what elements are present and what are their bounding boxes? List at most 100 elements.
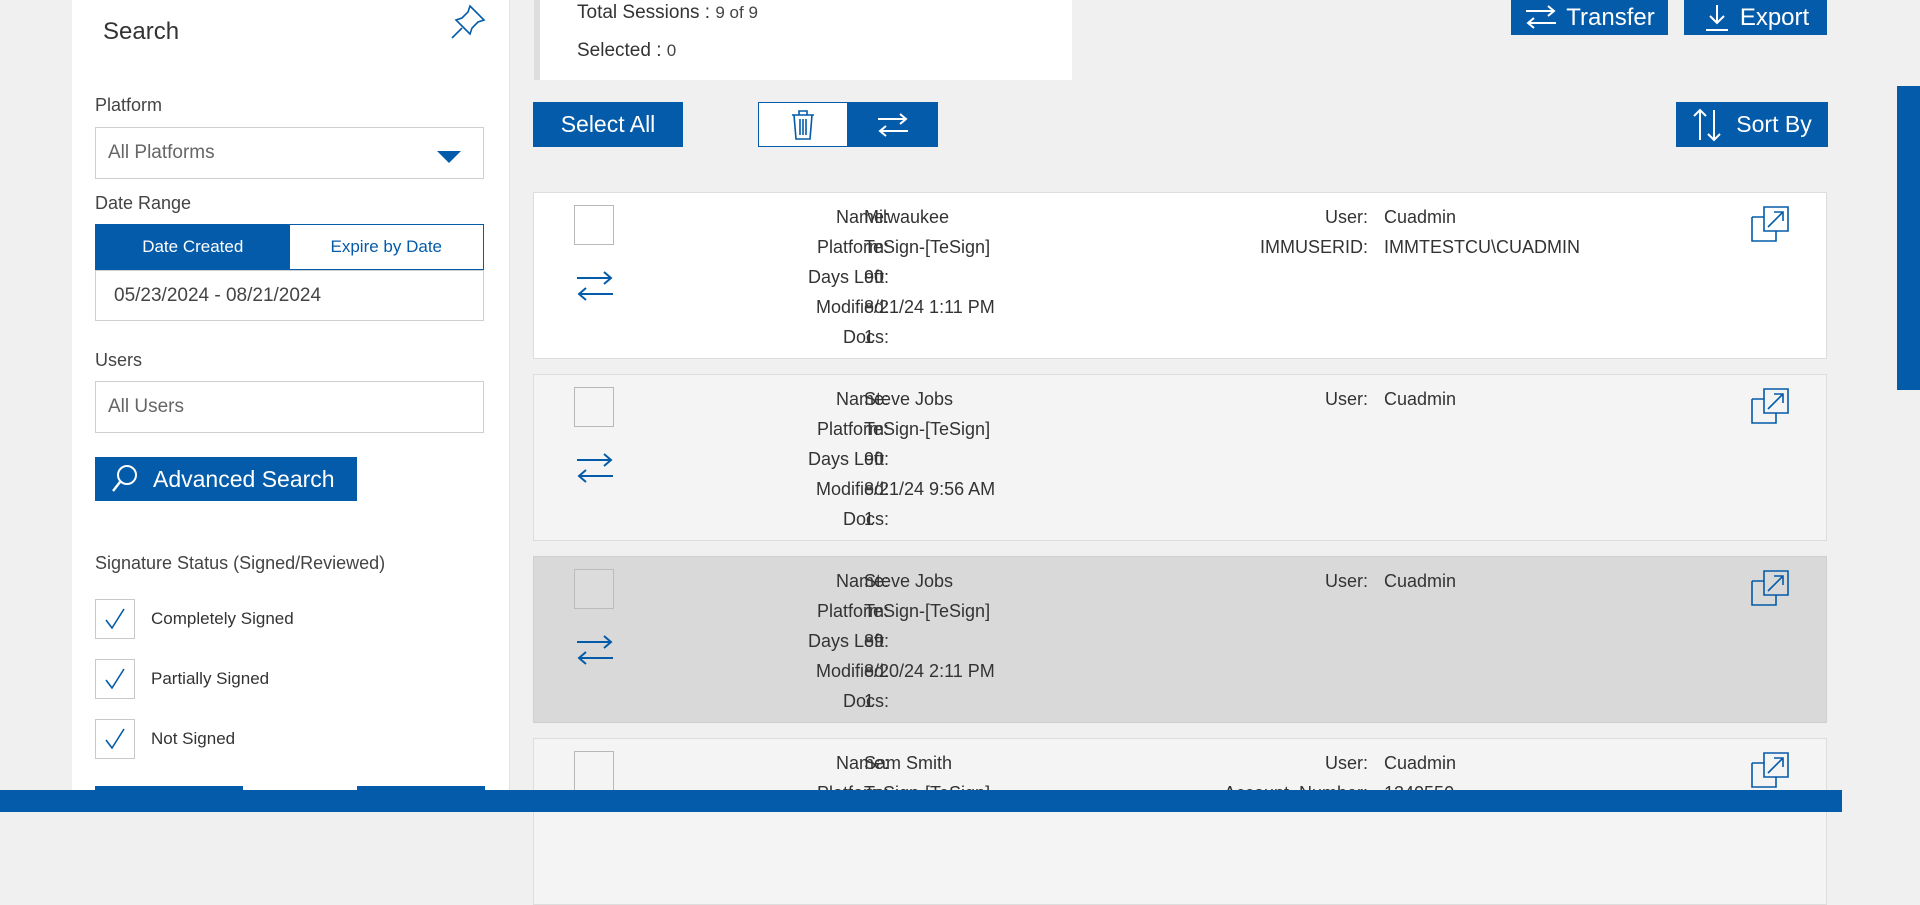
total-sessions: Total Sessions : 9 of 9: [577, 2, 758, 24]
transfer-icon[interactable]: [575, 450, 615, 491]
checkmark-icon: [105, 608, 125, 630]
docs-label: Docs:: [842, 691, 889, 711]
sort-by-button[interactable]: Sort By: [1676, 102, 1828, 147]
session-modified: 8/20/24 2:11 PM: [864, 661, 995, 681]
selected-label: Selected :: [577, 40, 662, 61]
date-range-label: Date Range: [95, 193, 192, 213]
status-not-signed[interactable]: Not Signed: [95, 719, 235, 759]
search-sidebar: Search Platform All Platforms Date Range…: [72, 0, 510, 792]
modified-label: Modified:: [815, 661, 889, 681]
sidebar-title: Search: [103, 18, 180, 45]
name-label: Name:: [835, 571, 889, 591]
immuserid-label: IMMUSERID:: [1260, 237, 1368, 257]
total-sessions-label: Total Sessions :: [577, 2, 711, 23]
selected-value: 0: [666, 41, 677, 60]
status-completely-signed[interactable]: Completely Signed: [95, 599, 294, 639]
session-summary: Total Sessions : 9 of 9 Selected : 0: [534, 0, 1072, 80]
platform-label: Platform: [95, 95, 163, 115]
days-left-label: Days Left:: [807, 631, 889, 651]
delete-button[interactable]: [758, 102, 848, 147]
signature-status-label: Signature Status (Signed/Reviewed): [95, 553, 386, 573]
user-label: User:: [1324, 389, 1368, 409]
date-range-toggle: Date Created Expire by Date: [95, 224, 484, 270]
platform-label: Platform:: [816, 419, 889, 439]
sort-icon: [1693, 108, 1721, 141]
session-platform: TeSign-[TeSign]: [864, 601, 991, 621]
user-label: User:: [1324, 753, 1368, 773]
total-sessions-value: 9 of 9: [715, 3, 758, 22]
footer-bar: [0, 790, 1842, 812]
session-modified: 8/21/24 9:56 AM: [864, 479, 996, 499]
session-modified: 8/21/24 1:11 PM: [864, 297, 995, 317]
session-days-left: 90: [864, 267, 885, 287]
open-external-icon[interactable]: [1750, 385, 1790, 430]
date-range-input[interactable]: 05/23/2024 - 08/21/2024: [95, 270, 484, 321]
name-label: Name:: [835, 753, 889, 773]
row-checkbox[interactable]: [574, 569, 614, 609]
checkbox[interactable]: [95, 659, 135, 699]
modified-label: Modified:: [815, 479, 889, 499]
platform-label: Platform:: [816, 601, 889, 621]
row-checkbox[interactable]: [574, 205, 614, 245]
download-icon: [1705, 4, 1728, 31]
status-partially-signed[interactable]: Partially Signed: [95, 659, 269, 699]
bulk-transfer-button[interactable]: [847, 102, 938, 147]
pin-icon[interactable]: [448, 2, 488, 42]
checkmark-icon: [105, 668, 125, 690]
name-label: Name:: [835, 207, 889, 227]
session-platform: TeSign-[TeSign]: [864, 419, 991, 439]
users-input[interactable]: All Users: [95, 381, 484, 433]
row-checkbox[interactable]: [574, 387, 614, 427]
session-user: Cuadmin: [1384, 571, 1457, 591]
checkbox[interactable]: [95, 599, 135, 639]
transfer-button[interactable]: Transfer: [1511, 0, 1668, 35]
platform-dropdown[interactable]: All Platforms: [95, 127, 484, 179]
transfer-icon: [877, 112, 908, 137]
chevron-down-icon: [437, 151, 461, 163]
status-label: Not Signed: [151, 729, 236, 748]
transfer-label: Transfer: [1566, 3, 1655, 31]
export-button[interactable]: Export: [1684, 0, 1827, 35]
checkbox[interactable]: [95, 719, 135, 759]
advanced-search-button[interactable]: Advanced Search: [95, 457, 357, 501]
modified-label: Modified:: [815, 297, 889, 317]
session-name: Milwaukee: [864, 207, 950, 227]
transfer-icon[interactable]: [575, 268, 615, 309]
session-days-left: 89: [864, 631, 885, 651]
docs-label: Docs:: [842, 509, 889, 529]
session-user: Cuadmin: [1384, 207, 1457, 227]
tab-expire-by-date[interactable]: Expire by Date: [289, 225, 483, 269]
open-external-icon[interactable]: [1750, 567, 1790, 612]
scrollbar-thumb[interactable]: [1897, 86, 1920, 390]
user-label: User:: [1324, 207, 1368, 227]
session-days-left: 90: [864, 449, 885, 469]
session-platform: TeSign-[TeSign]: [864, 237, 991, 257]
row-checkbox[interactable]: [574, 751, 614, 791]
advanced-search-label: Advanced Search: [153, 465, 335, 492]
days-left-label: Days Left:: [807, 449, 889, 469]
days-left-label: Days Left:: [807, 267, 889, 287]
open-external-icon[interactable]: [1750, 203, 1790, 248]
session-card[interactable]: Name: Sam Smith Platform: TeSign-[TeSign…: [533, 738, 1827, 905]
sort-by-label: Sort By: [1736, 111, 1812, 137]
session-docs: 1: [864, 327, 875, 347]
session-card[interactable]: Name: Steve Jobs Platform: TeSign-[TeSig…: [533, 374, 1827, 541]
checkmark-icon: [105, 728, 125, 750]
status-label: Completely Signed: [151, 609, 294, 628]
session-user: Cuadmin: [1384, 389, 1457, 409]
session-name: Sam Smith: [864, 753, 953, 773]
select-all-button[interactable]: Select All: [533, 102, 683, 147]
session-docs: 1: [864, 691, 875, 711]
session-name: Steve Jobs: [864, 389, 954, 409]
session-card[interactable]: Name: Milwaukee Platform: TeSign-[TeSign…: [533, 192, 1827, 359]
session-docs: 1: [864, 509, 875, 529]
transfer-icon[interactable]: [575, 632, 615, 673]
tab-date-created[interactable]: Date Created: [96, 225, 290, 269]
export-label: Export: [1739, 3, 1810, 31]
trash-icon: [792, 109, 814, 140]
transfer-icon: [1526, 4, 1557, 29]
open-external-icon[interactable]: [1750, 749, 1790, 794]
session-card[interactable]: Name: Steve Jobs Platform: TeSign-[TeSig…: [533, 556, 1827, 723]
status-label: Partially Signed: [151, 669, 270, 688]
search-icon: [112, 465, 137, 492]
